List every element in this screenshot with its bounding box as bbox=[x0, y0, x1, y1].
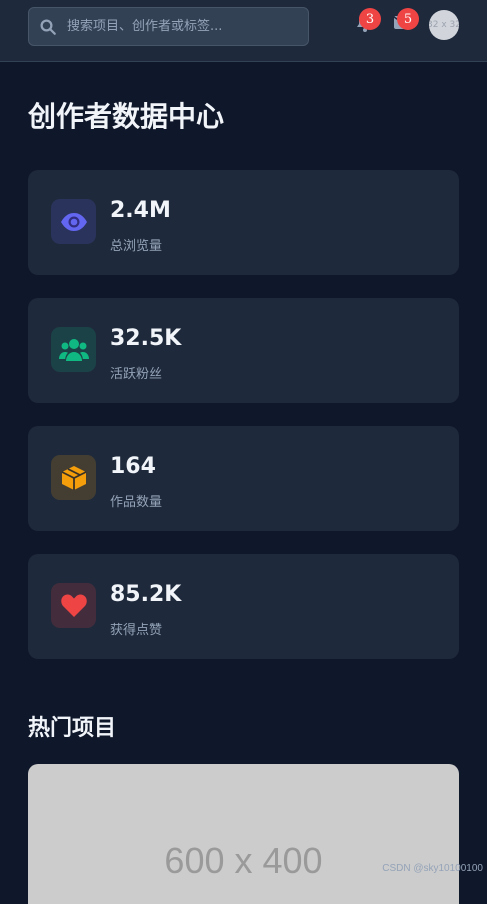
notification-count-badge: 3 bbox=[359, 8, 381, 30]
stat-label: 获得点赞 bbox=[110, 619, 162, 638]
watermark: CSDN @sky10100100 bbox=[382, 863, 483, 874]
hot-projects-title: 热门项目 bbox=[28, 710, 116, 742]
stat-value: 85.2K bbox=[110, 582, 181, 607]
stat-icon-box bbox=[51, 455, 96, 500]
stat-icon-box bbox=[51, 583, 96, 628]
stat-icon-box bbox=[51, 327, 96, 372]
project-thumbnail[interactable]: 600 x 400 bbox=[28, 764, 459, 904]
stat-value: 32.5K bbox=[110, 326, 181, 351]
stat-card-works: 164 作品数量 bbox=[28, 426, 459, 531]
message-count-badge: 5 bbox=[397, 8, 419, 30]
heart-icon bbox=[61, 594, 87, 618]
top-bar: 3 5 32 x 32 bbox=[0, 0, 487, 62]
box-icon bbox=[61, 465, 87, 491]
stat-icon-box bbox=[51, 199, 96, 244]
messages-button[interactable]: 5 bbox=[391, 10, 415, 34]
stat-value: 164 bbox=[110, 454, 156, 479]
stat-label: 作品数量 bbox=[110, 491, 162, 510]
stat-label: 活跃粉丝 bbox=[110, 363, 162, 382]
search-box[interactable] bbox=[28, 7, 309, 46]
user-avatar[interactable]: 32 x 32 bbox=[429, 10, 459, 40]
stat-card-fans: 32.5K 活跃粉丝 bbox=[28, 298, 459, 403]
page-title: 创作者数据中心 bbox=[28, 95, 224, 135]
stat-card-likes: 85.2K 获得点赞 bbox=[28, 554, 459, 659]
users-icon bbox=[59, 338, 89, 362]
stat-label: 总浏览量 bbox=[110, 235, 162, 254]
stat-card-views: 2.4M 总浏览量 bbox=[28, 170, 459, 275]
search-icon bbox=[39, 18, 57, 36]
notifications-button[interactable]: 3 bbox=[353, 10, 377, 34]
eye-icon bbox=[60, 212, 88, 232]
stat-value: 2.4M bbox=[110, 198, 171, 223]
image-placeholder-text: 600 x 400 bbox=[28, 840, 459, 882]
search-input[interactable] bbox=[67, 8, 308, 45]
